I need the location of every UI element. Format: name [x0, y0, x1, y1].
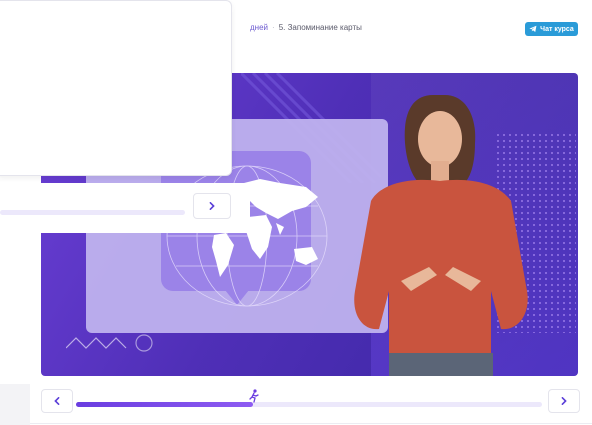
telegram-plane-icon: [529, 25, 537, 33]
side-panel-edge: [0, 384, 30, 425]
chevron-right-icon: [561, 397, 567, 405]
lesson-progress-fill: [76, 402, 254, 407]
decorative-zigzag: [66, 334, 153, 352]
bottom-divider: [30, 423, 592, 424]
course-chat-button[interactable]: Чат курса: [525, 22, 578, 36]
content-progress-track: [0, 210, 185, 215]
breadcrumb-separator: ·: [272, 23, 275, 32]
content-next-button[interactable]: [193, 193, 231, 219]
course-chat-label: Чат курса: [540, 25, 574, 33]
lesson-progress-bar[interactable]: [76, 402, 542, 407]
breadcrumb-current: 5. Запоминание карты: [278, 23, 362, 32]
previous-slide-button[interactable]: [41, 389, 73, 413]
presenter: [354, 95, 528, 376]
runner-icon[interactable]: [247, 389, 261, 403]
breadcrumb: дней · 5. Запоминание карты: [250, 23, 362, 32]
chevron-left-icon: [54, 397, 60, 405]
next-slide-button[interactable]: [548, 389, 580, 413]
chevron-right-icon: [209, 202, 215, 210]
breadcrumb-link[interactable]: дней: [250, 23, 268, 32]
content-panel: [0, 0, 232, 176]
